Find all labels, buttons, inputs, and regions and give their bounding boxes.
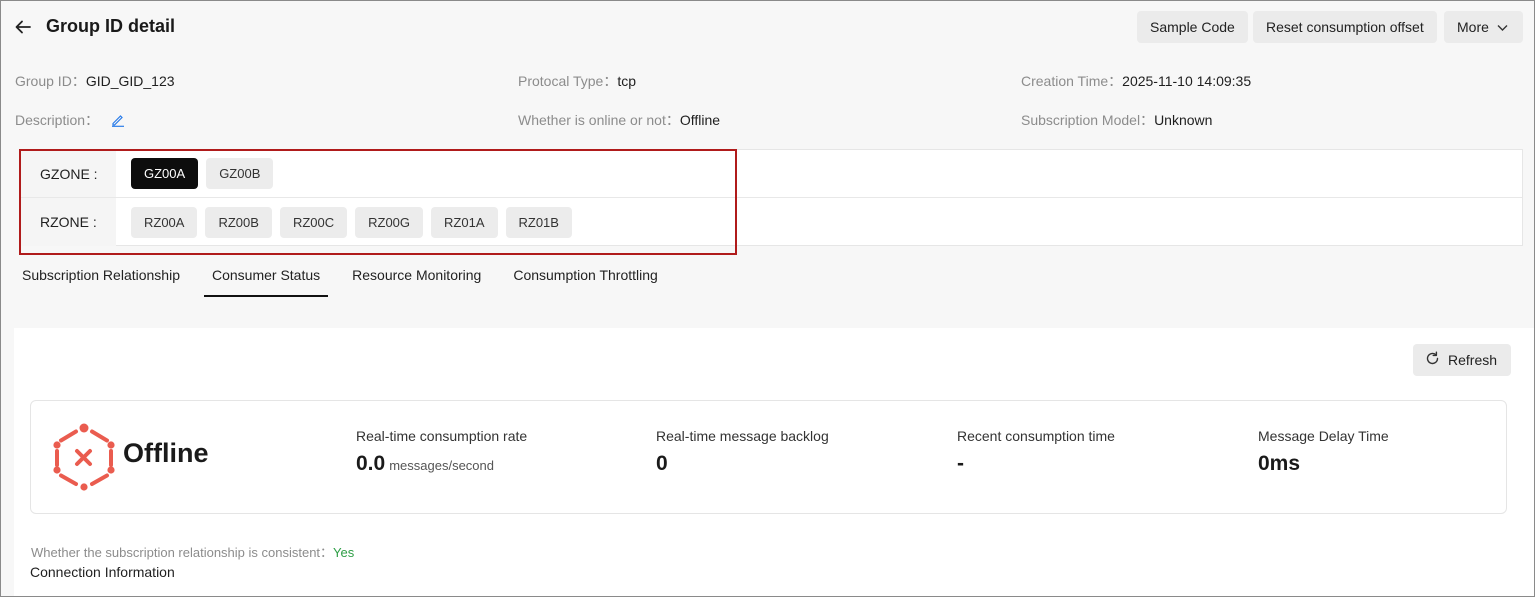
metric-label: Recent consumption time [957,428,1115,444]
subscription-model-value: Unknown [1154,112,1213,128]
group-id-label: Group ID： [15,73,86,89]
more-dropdown-button[interactable]: More [1444,11,1523,43]
reset-offset-label: Reset consumption offset [1266,19,1424,35]
metric-recent-consumption-time: Recent consumption time - [957,428,1115,476]
metric-value: 0 [656,452,668,475]
online-status-field: Whether is online or not： Offline [518,110,720,130]
edit-pencil-icon[interactable] [111,113,125,127]
refresh-label: Refresh [1448,352,1498,368]
detail-tabs: Subscription Relationship Consumer Statu… [14,258,682,298]
metric-message-delay-time: Message Delay Time 0ms [1258,428,1389,476]
connection-information-heading: Connection Information [30,564,175,580]
creation-time-field: Creation Time： 2025-11-10 14:09:35 [1021,71,1251,91]
metric-value: - [957,452,964,475]
page-header: Group ID detail Sample Code Reset consum… [0,0,1535,56]
rzone-row: RZONE : RZ00A RZ00B RZ00C RZ00G RZ01A RZ… [20,198,1522,246]
protocol-type-field: Protocal Type： tcp [518,71,636,91]
zone-chip-gz00a[interactable]: GZ00A [131,158,199,189]
rzone-label: RZONE : [20,198,116,246]
consumer-status-panel: Refresh Offline Real-time consumption ra… [14,328,1535,597]
group-id-field: Group ID： GID_GID_123 [15,71,175,91]
metric-consumption-rate: Real-time consumption rate 0.0 messages/s… [356,428,527,476]
more-label: More [1457,19,1489,35]
offline-status-icon [53,423,115,491]
description-field: Description： [15,110,125,130]
zone-selector: GZONE : GZ00A GZ00B RZONE : RZ00A RZ00B … [19,149,1523,246]
online-status-value: Offline [679,112,721,128]
page-title: Group ID detail [46,16,176,36]
tab-consumption-throttling[interactable]: Consumption Throttling [505,258,665,297]
consistency-value: Yes [333,545,355,560]
creation-time-value: 2025-11-10 14:09:35 [1122,73,1252,89]
gzone-label: GZONE : [20,150,116,197]
description-label: Description： [15,112,100,128]
status-card: Offline Real-time consumption rate 0.0 me… [30,400,1507,514]
subscription-consistency: Whether the subscription relationship is… [31,542,354,561]
back-arrow-icon[interactable] [12,16,34,38]
subscription-model-field: Subscription Model： Unknown [1021,110,1212,130]
status-text: Offline [123,438,209,468]
zone-chip-rz00g[interactable]: RZ00G [355,206,424,238]
metric-label: Real-time consumption rate [356,428,528,444]
subscription-model-label: Subscription Model： [1021,112,1155,128]
metric-value: 0.0 [356,452,386,475]
tab-resource-monitoring[interactable]: Resource Monitoring [344,258,489,297]
zone-chip-rz01b[interactable]: RZ01B [505,206,572,238]
metric-value: 0ms [1258,452,1301,475]
metric-unit: messages/second [389,458,494,473]
online-status-label: Whether is online or not： [518,112,680,128]
tab-subscription-relationship[interactable]: Subscription Relationship [14,258,188,297]
zone-chip-rz00b[interactable]: RZ00B [205,206,272,238]
metric-message-backlog: Real-time message backlog 0 [656,428,829,476]
zone-chip-rz00a[interactable]: RZ00A [131,206,198,238]
metric-label: Message Delay Time [1258,428,1389,444]
refresh-button[interactable]: Refresh [1413,344,1512,376]
group-id-value: GID_GID_123 [85,73,175,89]
gzone-row: GZONE : GZ00A GZ00B [20,150,1522,198]
sample-code-label: Sample Code [1150,19,1235,35]
chevron-down-icon [1497,19,1508,35]
creation-time-label: Creation Time： [1021,73,1123,89]
reset-consumption-offset-button[interactable]: Reset consumption offset [1253,11,1437,43]
consistency-label: Whether the subscription relationship is… [31,545,334,560]
protocol-type-label: Protocal Type： [518,73,618,89]
tab-consumer-status[interactable]: Consumer Status [203,258,329,297]
protocol-type-value: tcp [617,73,637,89]
zone-chip-gz00b[interactable]: GZ00B [206,158,274,189]
metric-label: Real-time message backlog [656,428,829,444]
refresh-icon [1425,351,1440,369]
zone-chip-rz01a[interactable]: RZ01A [431,206,498,238]
sample-code-button[interactable]: Sample Code [1137,11,1248,43]
zone-chip-rz00c[interactable]: RZ00C [279,206,348,238]
